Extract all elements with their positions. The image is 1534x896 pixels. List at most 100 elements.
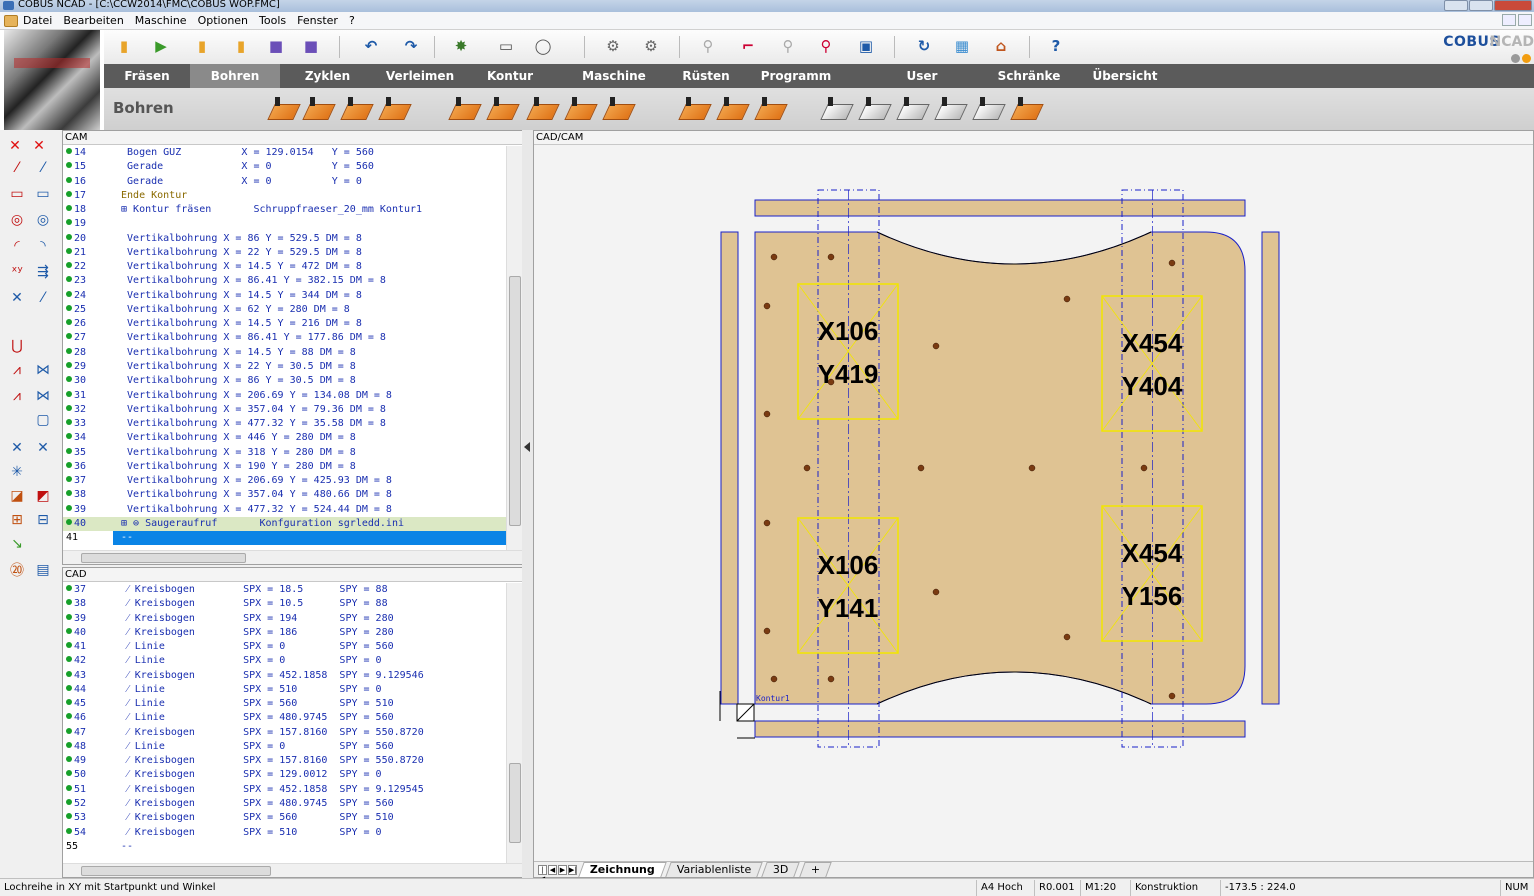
contour-d-icon[interactable]: ⋈ [34, 388, 52, 404]
list-item[interactable]: 35 Vertikalbohrung X = 318 Y = 280 DM = … [63, 446, 506, 460]
open-folder-icon[interactable]: ▮ [112, 34, 136, 58]
menu-fenster[interactable]: Fenster [297, 14, 338, 27]
drill-op-9-icon[interactable] [678, 96, 712, 122]
list-item[interactable]: 31 Vertikalbohrung X = 206.69 Y = 134.08… [63, 389, 506, 403]
list-item[interactable]: 20 Vertikalbohrung X = 86 Y = 529.5 DM =… [63, 232, 506, 246]
drill-op-14-icon[interactable] [896, 96, 930, 122]
close-button[interactable] [1494, 0, 1532, 11]
measure-icon[interactable]: ↘ [8, 536, 26, 552]
tab-3[interactable]: Verleimen [375, 64, 465, 88]
tab-5[interactable]: Maschine [555, 64, 673, 88]
intersect2-icon[interactable]: ✕ [34, 440, 52, 456]
list-item[interactable]: 33 Vertikalbohrung X = 477.32 Y = 35.58 … [63, 417, 506, 431]
u-contour-icon[interactable]: ⋃ [8, 338, 26, 354]
menu-tools[interactable]: Tools [259, 14, 286, 27]
list-item[interactable]: 37 Vertikalbohrung X = 206.69 Y = 425.93… [63, 474, 506, 488]
tab-2[interactable]: Zyklen [280, 64, 375, 88]
undo-icon[interactable]: ↶ [359, 34, 383, 58]
drill-op-15-icon[interactable] [934, 96, 968, 122]
move-icon[interactable]: ⊞ [8, 512, 26, 528]
contour-a-icon[interactable]: ⩘ [8, 362, 26, 378]
zoom-window-icon[interactable]: ⌐ [736, 34, 760, 58]
maximize-button[interactable] [1469, 0, 1493, 11]
list-item[interactable]: 51 ⁄ Kreisbogen SPX = 452.1858 SPY = 9.1… [63, 783, 506, 797]
list-item[interactable]: 26 Vertikalbohrung X = 14.5 Y = 216 DM =… [63, 317, 506, 331]
folder-open-icon[interactable]: ▮ [229, 34, 253, 58]
tab-7[interactable]: Programm [739, 64, 853, 88]
zoom-all-icon[interactable]: ▣ [854, 34, 878, 58]
list-item[interactable]: 16 Gerade X = 0 Y = 0 [63, 175, 506, 189]
window-icon[interactable]: ▢ [34, 412, 52, 428]
drill-op-5-icon[interactable] [486, 96, 520, 122]
print-preview-icon[interactable]: ◯ [531, 34, 555, 58]
copy-icon[interactable]: ⊟ [34, 512, 52, 528]
list-item[interactable]: 15 Gerade X = 0 Y = 560 [63, 160, 506, 174]
contour-c-icon[interactable]: ⩘ [8, 388, 26, 404]
list-item[interactable]: 38 Vertikalbohrung X = 357.04 Y = 480.66… [63, 488, 506, 502]
mdi-minimize-button[interactable] [1502, 14, 1516, 26]
list-item[interactable]: 29 Vertikalbohrung X = 22 Y = 30.5 DM = … [63, 360, 506, 374]
save-icon[interactable]: ■ [264, 34, 288, 58]
tab-10[interactable]: Übersicht [1071, 64, 1179, 88]
panel-splitter[interactable] [522, 130, 533, 878]
drill-op-16-icon[interactable] [972, 96, 1006, 122]
arc-icon[interactable]: ◜ [8, 238, 26, 254]
list-item[interactable]: 52 ⁄ Kreisbogen SPX = 480.9745 SPY = 560 [63, 797, 506, 811]
list-item[interactable]: 38 ⁄ Kreisbogen SPX = 10.5 SPY = 88 [63, 597, 506, 611]
drill-op-0-icon[interactable] [267, 96, 301, 122]
list-item[interactable]: 21 Vertikalbohrung X = 22 Y = 529.5 DM =… [63, 246, 506, 260]
zoom-icon[interactable]: ⚲ [696, 34, 720, 58]
print-icon[interactable]: ▭ [494, 34, 518, 58]
list-item[interactable]: 41 -- [63, 531, 506, 546]
list-item[interactable]: 40 ⊞ ⊜ Saugeraufruf Konfguration sgrledd… [63, 516, 506, 532]
xy-point-icon[interactable]: ˣʸ [8, 264, 26, 280]
list-item[interactable]: 25 Vertikalbohrung X = 62 Y = 280 DM = 8 [63, 303, 506, 317]
list-item[interactable]: 49 ⁄ Kreisbogen SPX = 157.8160 SPY = 550… [63, 754, 506, 768]
drill-op-12-icon[interactable] [820, 96, 854, 122]
menu-datei[interactable]: Datei [23, 14, 52, 27]
list-item[interactable]: 46 ⁄ Linie SPX = 480.9745 SPY = 560 [63, 711, 506, 725]
circle-icon[interactable]: ◎ [8, 212, 26, 228]
list-item[interactable]: 47 ⁄ Kreisbogen SPX = 157.8160 SPY = 550… [63, 726, 506, 740]
drill-op-8-icon[interactable] [602, 96, 636, 122]
help-icon[interactable]: ? [1044, 34, 1068, 58]
list-item[interactable]: 43 ⁄ Kreisbogen SPX = 452.1858 SPY = 9.1… [63, 669, 506, 683]
star-icon[interactable]: ✳ [8, 464, 26, 480]
view-tab-0[interactable]: Zeichnung [578, 862, 667, 877]
layer-icon[interactable]: ▤ [34, 562, 52, 578]
intersect-icon[interactable]: ✕ [8, 440, 26, 456]
list-item[interactable]: 37 ⁄ Kreisbogen SPX = 18.5 SPY = 88 [63, 583, 506, 597]
list-item[interactable]: 18 ⊞ Kontur fräsen Schruppfraeser_20_mm … [63, 203, 506, 217]
view-tab-2[interactable]: 3D [761, 862, 801, 877]
multi-drill-icon[interactable] [1088, 96, 1118, 122]
calculator-icon[interactable]: ▦ [950, 34, 974, 58]
next-tab-icon[interactable]: ▶ [558, 864, 567, 875]
delete-all-icon[interactable]: ✕ [30, 138, 48, 154]
list-item[interactable]: 32 Vertikalbohrung X = 357.04 Y = 79.36 … [63, 403, 506, 417]
list-item[interactable]: 48 ⁄ Linie SPX = 0 SPY = 560 [63, 740, 506, 754]
new-tab-button[interactable]: + [799, 862, 832, 877]
zoom-out-icon[interactable]: ⚲ [776, 34, 800, 58]
list-item[interactable]: 22 Vertikalbohrung X = 14.5 Y = 472 DM =… [63, 260, 506, 274]
collapse-arrow-icon[interactable] [524, 442, 530, 452]
drill-op-17-icon[interactable] [1010, 96, 1044, 122]
cad-vscrollbar[interactable] [506, 583, 522, 863]
list-item[interactable]: 42 ⁄ Linie SPX = 0 SPY = 0 [63, 654, 506, 668]
rectangle-multi-icon[interactable]: ▭ [34, 186, 52, 202]
menu-maschine[interactable]: Maschine [135, 14, 187, 27]
list-item[interactable]: 28 Vertikalbohrung X = 14.5 Y = 88 DM = … [63, 346, 506, 360]
list-item[interactable]: 39 Vertikalbohrung X = 477.32 Y = 524.44… [63, 503, 506, 517]
list-item[interactable]: 39 ⁄ Kreisbogen SPX = 194 SPY = 280 [63, 612, 506, 626]
diag-icon[interactable]: ⁄ [34, 290, 52, 306]
list-item[interactable]: 40 ⁄ Kreisbogen SPX = 186 SPY = 280 [63, 626, 506, 640]
drawing-canvas[interactable]: X106 Y419 X454 Y404 X106 Y141 X454 Y156 Kontur1 [534, 146, 1533, 862]
cross-icon[interactable]: ✕ [8, 290, 26, 306]
list-item[interactable]: 27 Vertikalbohrung X = 86.41 Y = 177.86 … [63, 331, 506, 345]
list-item[interactable]: 36 Vertikalbohrung X = 190 Y = 280 DM = … [63, 460, 506, 474]
import-icon[interactable]: ▶ [149, 34, 173, 58]
arc-3p-icon[interactable]: ◝ [34, 238, 52, 254]
minimize-button[interactable] [1444, 0, 1468, 11]
redo-icon[interactable]: ↷ [399, 34, 423, 58]
tab-8[interactable]: User [857, 64, 987, 88]
list-item[interactable]: 45 ⁄ Linie SPX = 560 SPY = 510 [63, 697, 506, 711]
